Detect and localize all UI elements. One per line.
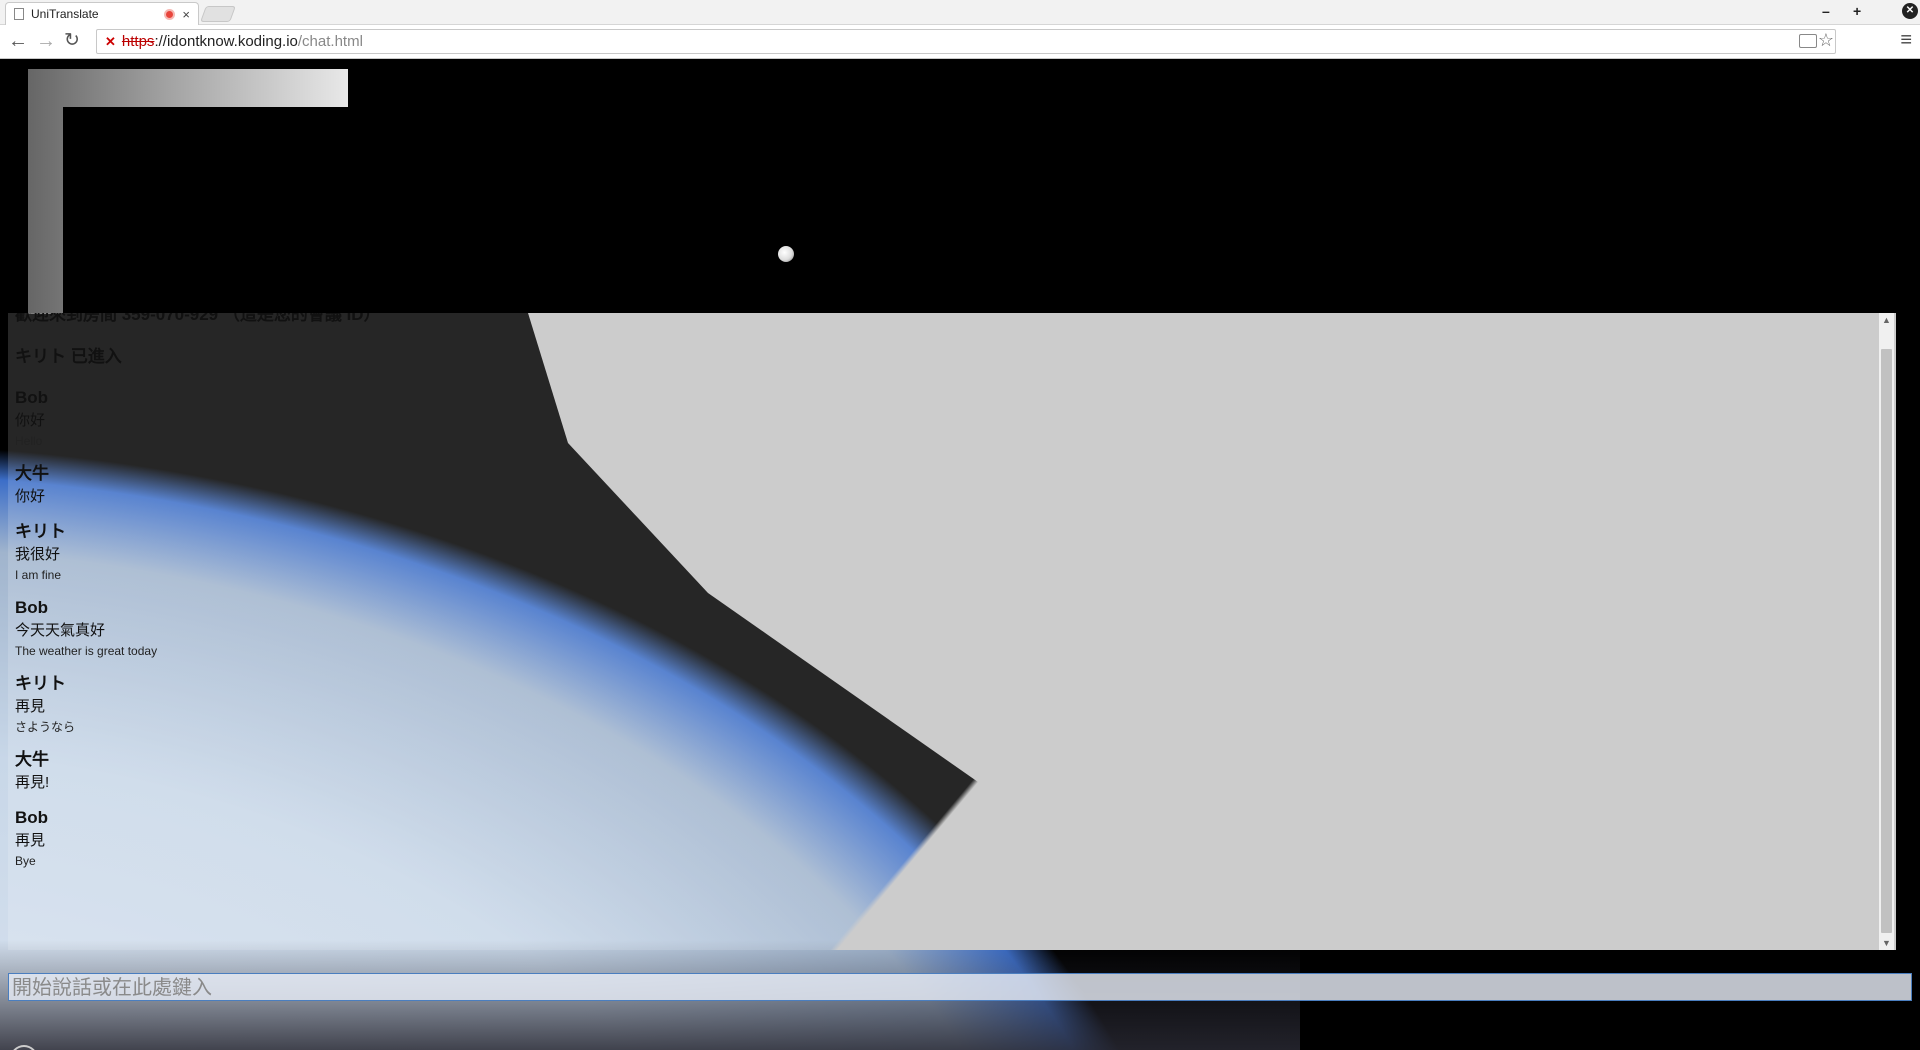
insecure-x-icon: ✕ — [105, 33, 116, 49]
page-icon — [14, 8, 24, 20]
chat-message: キリト 再見 さようなら — [15, 672, 1866, 736]
scroll-down-icon[interactable]: ▼ — [1879, 936, 1894, 950]
page-content: 歡迎來到房間 359-070-929 （這是您的會議 ID） キリト 已進入 B… — [0, 60, 1920, 1050]
message-original: 再見 — [15, 698, 46, 715]
message-original: 你好 — [15, 488, 46, 505]
message-original: 今天天氣真好 — [15, 622, 106, 639]
tab-close-button[interactable]: × — [182, 7, 190, 22]
back-arrow-icon[interactable]: ← — [8, 30, 28, 52]
message-translation: Bye — [15, 854, 36, 868]
tab-title: UniTranslate — [31, 7, 99, 21]
moon-image — [778, 246, 794, 262]
url-scheme: https — [121, 33, 155, 50]
camera-icon[interactable] — [1799, 34, 1817, 48]
message-sender: キリト — [15, 522, 66, 541]
message-input[interactable] — [8, 973, 1912, 1001]
forward-arrow-icon[interactable]: → — [36, 30, 56, 52]
recording-dot-icon — [164, 8, 176, 20]
scrollbar-thumb[interactable] — [1881, 349, 1892, 933]
local-video — [367, 60, 1920, 278]
system-message: キリト 已進入 — [15, 347, 122, 366]
window-maximize-button[interactable]: + — [1853, 3, 1861, 19]
message-sender: Bob — [15, 598, 49, 617]
message-original: 我很好 — [15, 546, 61, 563]
message-translation: The weather is great today — [15, 644, 158, 658]
scroll-up-icon[interactable]: ▲ — [1879, 313, 1894, 327]
url-separator: :// — [154, 33, 167, 50]
reload-icon[interactable]: ↻ — [64, 30, 80, 52]
chat-message: 大牛 你好 — [15, 462, 1866, 508]
message-sender: Bob — [15, 808, 49, 827]
url-host: idontknow.koding.io — [166, 33, 298, 50]
chat-message: 大牛 再見! — [15, 748, 1866, 794]
message-original: 你好 — [15, 412, 46, 429]
chat-message: Bob 今天天氣真好 The weather is great today — [15, 596, 1866, 660]
message-sender: Bob — [15, 388, 49, 407]
message-original: 再見 — [15, 832, 46, 849]
message-translation: Hello — [15, 434, 43, 448]
window-minimize-button[interactable]: – — [1822, 3, 1830, 19]
system-message: 歡迎來到房間 359-070-929 （這是您的會議 ID） — [15, 313, 381, 324]
chat-scrollbar[interactable]: ▲ ▼ — [1879, 313, 1894, 950]
hamburger-menu-icon[interactable]: ≡ — [1900, 29, 1912, 52]
chat-message: Bob 再見 Bye — [15, 806, 1866, 870]
window-close-button[interactable]: ✕ — [1902, 3, 1918, 19]
new-tab-button[interactable] — [200, 6, 236, 22]
browser-titlebar: UniTranslate × – + ✕ — [0, 0, 1920, 25]
message-translation: I am fine — [15, 568, 62, 582]
message-list: 歡迎來到房間 359-070-929 （這是您的會議 ID） キリト 已進入 B… — [15, 313, 1866, 882]
message-sender: 大牛 — [15, 464, 49, 483]
bookmark-star-icon[interactable]: ☆ — [1818, 30, 1834, 51]
url-path: /chat.html — [297, 33, 363, 50]
chat-log[interactable]: 歡迎來到房間 359-070-929 （這是您的會議 ID） キリト 已進入 B… — [8, 313, 1896, 950]
remote-video-frame — [63, 107, 348, 317]
browser-toolbar: ← → ↻ ✕ https :// idontknow.koding.io /c… — [0, 25, 1920, 59]
message-sender: 大牛 — [15, 750, 49, 769]
message-sender: キリト — [15, 674, 66, 693]
chat-message: Bob 你好 Hello — [15, 386, 1866, 450]
video-edge — [349, 278, 369, 288]
message-original: 再見! — [15, 774, 50, 791]
address-bar[interactable]: ✕ https :// idontknow.koding.io /chat.ht… — [96, 29, 1836, 54]
message-translation: さようなら — [15, 720, 76, 734]
browser-tab[interactable]: UniTranslate × — [5, 2, 199, 25]
chat-message: キリト 我很好 I am fine — [15, 520, 1866, 584]
